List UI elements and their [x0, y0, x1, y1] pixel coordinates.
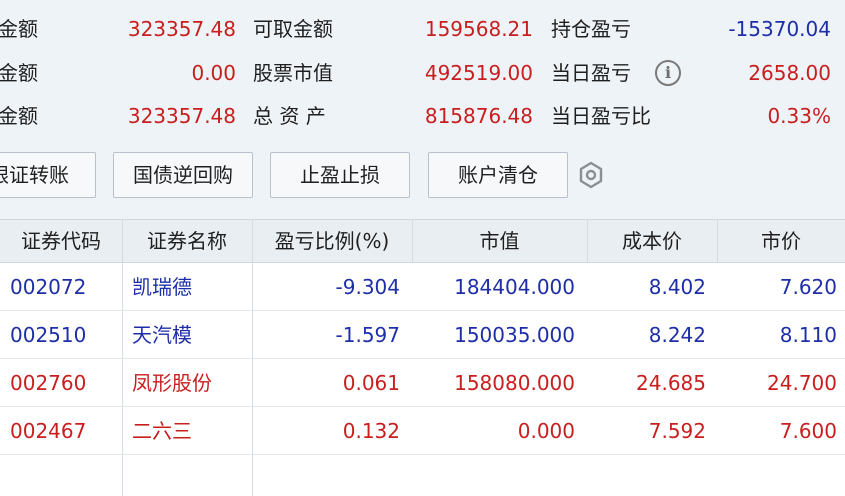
cell-pnl-ratio: -1.597	[335, 323, 400, 347]
withdrawable-label: 可取金额	[253, 17, 333, 41]
daily-pnl-ratio-value: 0.33%	[767, 104, 831, 128]
account-summary-panel: 金额 323357.48 可取金额 159568.21 持仓盈亏 -15370.…	[0, 0, 845, 220]
cell-market-price: 7.600	[779, 419, 837, 443]
bank-transfer-button[interactable]: 银证转账	[0, 152, 96, 198]
holdings-table: 证券代码 证券名称 盈亏比例(%) 市值 成本价 市价 002072 凯瑞德 -9.…	[0, 219, 845, 496]
col-header-pnl-ratio[interactable]: 盈亏比例(%)	[252, 220, 412, 264]
stock-market-value: 492519.00	[424, 61, 533, 85]
cell-market-price: 7.620	[779, 275, 837, 299]
column-divider	[587, 219, 588, 263]
table-row[interactable]: 002467 二六三 0.132 0.000 7.592 7.600	[0, 407, 845, 455]
cell-pnl-ratio: 0.061	[342, 371, 400, 395]
cell-market-value: 0.000	[517, 419, 575, 443]
cell-market-value: 158080.000	[454, 371, 575, 395]
frozen-funds-label: 金额	[0, 61, 38, 85]
col-header-cost-price[interactable]: 成本价	[587, 220, 717, 264]
cell-security-name: 二六三	[132, 419, 192, 443]
cell-market-price: 8.110	[779, 323, 837, 347]
cell-pnl-ratio: -9.304	[335, 275, 400, 299]
col-header-market-price[interactable]: 市价	[717, 220, 845, 264]
table-row[interactable]: 002510 天汽模 -1.597 150035.000 8.242 8.110	[0, 311, 845, 359]
balance-value: 323357.48	[127, 104, 236, 128]
frozen-funds-value: 0.00	[191, 61, 236, 85]
cell-cost-price: 7.592	[648, 419, 706, 443]
column-divider	[412, 219, 413, 263]
stop-profit-loss-button[interactable]: 止盈止损	[270, 152, 410, 198]
hexagon-settings-icon[interactable]	[576, 160, 606, 190]
info-icon[interactable]: i	[655, 60, 681, 86]
cell-pnl-ratio: 0.132	[342, 419, 400, 443]
position-pnl-value: -15370.04	[728, 17, 831, 41]
cell-market-value: 184404.000	[454, 275, 575, 299]
table-header: 证券代码 证券名称 盈亏比例(%) 市值 成本价 市价	[0, 219, 845, 263]
cell-security-name: 凯瑞德	[132, 275, 192, 299]
cell-cost-price: 24.685	[636, 371, 706, 395]
reverse-repo-button[interactable]: 国债逆回购	[113, 152, 253, 198]
available-funds-value: 323357.48	[127, 17, 236, 41]
cell-security-code: 002072	[10, 275, 87, 299]
cell-security-name: 凤形股份	[132, 371, 212, 395]
cell-security-code: 002467	[10, 419, 87, 443]
total-assets-value: 815876.48	[424, 104, 533, 128]
available-funds-label: 金额	[0, 17, 38, 41]
cell-market-price: 24.700	[767, 371, 837, 395]
cell-cost-price: 8.242	[648, 323, 706, 347]
withdrawable-value: 159568.21	[424, 17, 533, 41]
cell-security-code: 002760	[10, 371, 87, 395]
table-row[interactable]: 002760 凤形股份 0.061 158080.000 24.685 24.700	[0, 359, 845, 407]
col-header-code[interactable]: 证券代码	[0, 220, 122, 264]
balance-label: 金额	[0, 104, 38, 128]
cell-cost-price: 8.402	[648, 275, 706, 299]
column-divider	[717, 219, 718, 263]
table-row[interactable]: 002072 凯瑞德 -9.304 184404.000 8.402 7.620	[0, 263, 845, 311]
stock-market-value-label: 股票市值	[253, 61, 333, 85]
daily-pnl-label: 当日盈亏	[551, 61, 631, 85]
total-assets-label: 总 资 产	[253, 104, 326, 128]
cell-security-code: 002510	[10, 323, 87, 347]
cell-market-value: 150035.000	[454, 323, 575, 347]
cell-security-name: 天汽模	[132, 323, 192, 347]
position-pnl-label: 持仓盈亏	[551, 17, 631, 41]
col-header-name[interactable]: 证券名称	[122, 220, 252, 264]
clear-account-button[interactable]: 账户清仓	[428, 152, 568, 198]
daily-pnl-ratio-label: 当日盈亏比	[551, 104, 651, 128]
col-header-market-value[interactable]: 市值	[412, 220, 587, 264]
daily-pnl-value: 2658.00	[748, 61, 831, 85]
